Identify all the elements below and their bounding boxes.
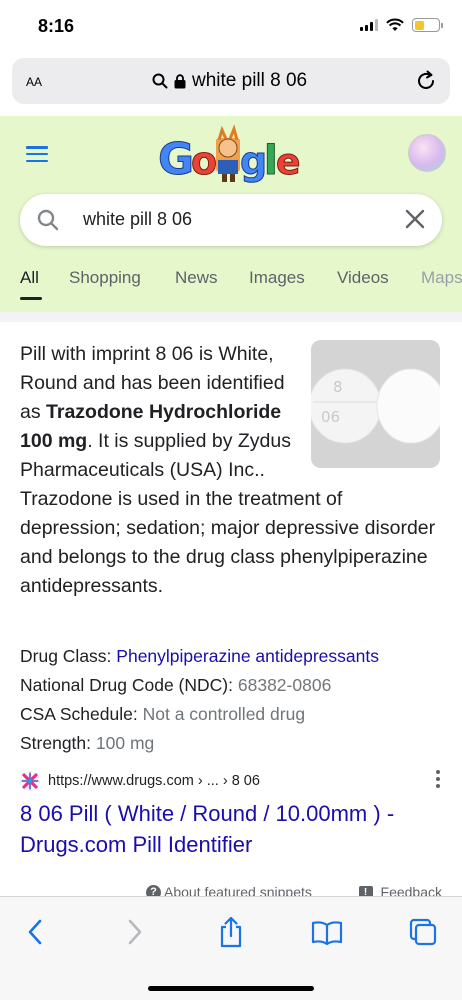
tab-all[interactable]: All <box>20 268 39 288</box>
cellular-signal-icon <box>360 19 378 31</box>
account-avatar[interactable] <box>408 134 446 172</box>
source-url: https://www.drugs.com › ... › 8 06 <box>48 773 260 789</box>
back-button[interactable] <box>18 915 52 949</box>
drug-class-link[interactable]: Phenylpiperazine antidepressants <box>116 646 379 666</box>
fact-label: Drug Class: <box>20 646 112 666</box>
fact-strength: Strength: 100 mg <box>20 729 450 758</box>
chevron-right-icon <box>128 919 142 945</box>
url-text: white pill 8 06 <box>192 70 308 91</box>
tab-videos[interactable]: Videos <box>337 268 389 288</box>
tab-news[interactable]: News <box>175 268 218 288</box>
search-box[interactable]: white pill 8 06 <box>20 194 442 246</box>
fact-label: Strength: <box>20 733 92 753</box>
reader-aa-button[interactable]: AA <box>26 71 42 91</box>
share-icon <box>220 916 242 948</box>
forward-button[interactable] <box>118 915 152 949</box>
fact-csa: CSA Schedule: Not a controlled drug <box>20 700 450 729</box>
pill-image[interactable]: 8 06 <box>311 340 440 468</box>
hamburger-menu-icon[interactable] <box>26 146 48 162</box>
status-time: 8:16 <box>38 16 75 36</box>
browser-toolbar <box>0 896 462 1000</box>
result-source[interactable]: https://www.drugs.com › ... › 8 06 <box>20 768 442 794</box>
home-indicator <box>148 986 314 991</box>
status-icons <box>360 18 443 32</box>
fact-ndc: National Drug Code (NDC): 68382-0806 <box>20 671 450 700</box>
svg-text:o: o <box>191 139 217 183</box>
pill-imprint-bottom: 06 <box>321 408 340 426</box>
tabs-icon <box>409 918 437 946</box>
fact-label: National Drug Code (NDC): <box>20 675 233 695</box>
search-input[interactable]: white pill 8 06 <box>83 209 192 230</box>
snippet-footer: ? About featured snippets ! Feedback <box>0 878 462 900</box>
tabs-button[interactable] <box>406 915 440 949</box>
result-title-link[interactable]: 8 06 Pill ( White / Round / 10.00mm ) - … <box>20 798 450 860</box>
wifi-icon <box>386 18 404 31</box>
pill-imprint-top: 8 <box>333 378 343 396</box>
reload-icon[interactable] <box>414 69 438 93</box>
tab-images[interactable]: Images <box>249 268 305 288</box>
battery-icon <box>412 18 443 32</box>
aa-label: AA <box>26 75 43 89</box>
chevron-left-icon <box>28 919 42 945</box>
address-bar[interactable]: AA white pill 8 06 <box>12 58 450 104</box>
fact-drug-class: Drug Class: Phenylpiperazine antidepress… <box>20 642 450 671</box>
fact-value: 100 mg <box>95 733 155 753</box>
search-tabs: All Shopping News Images Videos Maps <box>0 264 462 312</box>
fact-value: 68382-0806 <box>237 675 332 695</box>
drug-facts: Drug Class: Phenylpiperazine antidepress… <box>20 642 450 758</box>
google-header: G o g l e white pill 8 06 All Shopping N… <box>0 116 462 312</box>
google-doodle-logo[interactable]: G o g l e <box>158 124 304 188</box>
section-divider <box>0 312 462 322</box>
tab-shopping[interactable]: Shopping <box>69 268 141 288</box>
pill-photo: 8 06 <box>311 340 440 468</box>
search-icon <box>37 209 59 231</box>
active-tab-indicator <box>20 297 42 300</box>
search-icon <box>152 73 168 89</box>
url-field[interactable]: white pill 8 06 <box>152 70 307 92</box>
svg-text:G: G <box>158 134 194 185</box>
fact-label: CSA Schedule: <box>20 704 138 724</box>
featured-snippet: 8 06 Pill with imprint 8 06 is White, Ro… <box>0 322 462 900</box>
svg-text:e: e <box>276 142 300 183</box>
status-bar: 8:16 <box>0 0 462 56</box>
tab-maps[interactable]: Maps <box>421 268 462 288</box>
bookmarks-button[interactable] <box>310 915 344 949</box>
more-options-icon[interactable] <box>436 770 440 788</box>
clear-search-icon[interactable] <box>404 208 426 230</box>
book-icon <box>311 921 343 945</box>
share-button[interactable] <box>214 915 248 949</box>
drugs-com-favicon-icon <box>20 771 40 791</box>
fact-value: Not a controlled drug <box>142 704 306 724</box>
battery-level <box>414 20 424 30</box>
lock-icon <box>174 73 186 88</box>
snippet-description: 8 06 Pill with imprint 8 06 is White, Ro… <box>20 340 440 601</box>
